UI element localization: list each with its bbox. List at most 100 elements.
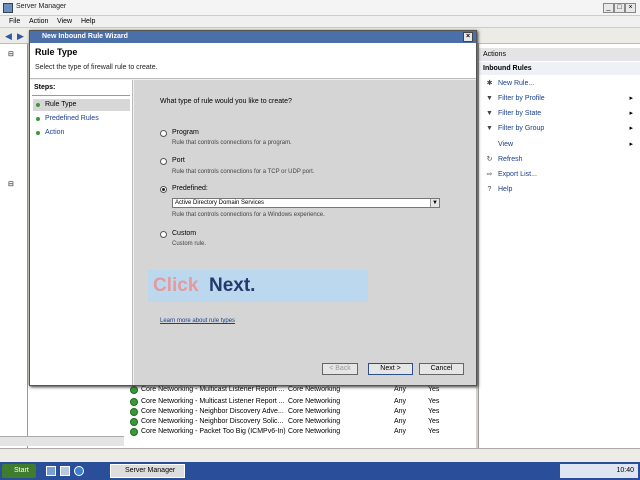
rule-profile: Any [394, 386, 407, 393]
wizard-title-bar: New Inbound Rule Wizard × [30, 31, 476, 43]
new-rule-icon: ✱ [486, 80, 493, 87]
minimize-button[interactable]: _ [603, 3, 614, 13]
table-row[interactable]: Core Networking - Multicast Listener Rep… [130, 397, 475, 407]
rule-name: Core Networking - Packet Too Big (ICMPv6… [141, 428, 286, 435]
rule-group: Core Networking [288, 418, 341, 425]
predefined-rule-select[interactable]: Active Directory Domain Services ▼ [172, 198, 440, 208]
menu-help[interactable]: Help [81, 18, 95, 25]
tree-expander-icon[interactable]: ⊟ [8, 180, 14, 188]
action-filter-by-profile[interactable]: ▼ Filter by Profile ▸ [485, 91, 635, 106]
radio-port[interactable] [160, 158, 167, 165]
enabled-check-icon [130, 398, 138, 406]
back-arrow-icon[interactable]: ◀ [5, 31, 12, 42]
banner-next-text: Next. [209, 275, 256, 296]
table-row[interactable]: Core Networking - Packet Too Big (ICMPv6… [130, 427, 475, 437]
step-predefined-rules[interactable]: Predefined Rules [33, 113, 130, 125]
quick-launch-icon[interactable] [46, 466, 56, 476]
quick-launch-icon[interactable] [60, 466, 70, 476]
option-custom-desc: Custom rule. [172, 241, 207, 247]
banner-click-text: Click [153, 275, 199, 296]
step-rule-type[interactable]: Rule Type [33, 99, 130, 111]
maximize-button[interactable]: □ [614, 3, 625, 13]
option-port-desc: Rule that controls connections for a TCP… [172, 169, 315, 175]
actions-pane: Actions Inbound Rules ✱ New Rule... ▼ Filt… [478, 44, 640, 448]
radio-predefined[interactable] [160, 186, 167, 193]
system-tray-clock: 10:40 [560, 464, 638, 478]
option-program-desc: Rule that controls connections for a pro… [172, 140, 292, 146]
taskbar: Start Server Manager 10:40 [0, 462, 640, 480]
submenu-arrow-icon: ▸ [629, 110, 633, 117]
menu-action[interactable]: Action [29, 18, 48, 25]
rule-profile: Any [394, 408, 407, 415]
menu-bar: File Action View Help [0, 16, 640, 28]
rule-profile: Any [394, 398, 407, 405]
option-custom-label[interactable]: Custom [172, 230, 196, 237]
close-window-button[interactable]: × [625, 3, 636, 13]
action-new-rule[interactable]: ✱ New Rule... [485, 76, 635, 91]
learn-more-link[interactable]: Learn more about rule types [160, 318, 235, 324]
browser-icon[interactable] [74, 466, 84, 476]
menu-file[interactable]: File [9, 18, 20, 25]
tree-expander-icon[interactable]: ⊟ [8, 50, 14, 58]
rule-enabled: Yes [428, 398, 440, 405]
rule-profile: Any [394, 428, 407, 435]
enabled-check-icon [130, 418, 138, 426]
steps-label: Steps: [34, 84, 56, 91]
forward-arrow-icon[interactable]: ▶ [17, 31, 24, 42]
rule-enabled: Yes [428, 428, 440, 435]
export-icon: ⇨ [486, 171, 493, 178]
filter-icon: ▼ [486, 110, 493, 117]
menu-view[interactable]: View [57, 18, 72, 25]
rule-enabled: Yes [428, 408, 440, 415]
horizontal-scrollbar[interactable] [0, 436, 124, 446]
start-button[interactable]: Start [2, 464, 36, 478]
step-bullet-icon [36, 103, 40, 107]
actions-section-inbound-rules[interactable]: Inbound Rules [479, 62, 640, 75]
divider [32, 95, 130, 96]
rule-profile: Any [394, 418, 407, 425]
rule-enabled: Yes [428, 386, 440, 393]
rule-name: Core Networking - Multicast Listener Rep… [141, 398, 285, 405]
filter-icon: ▼ [486, 125, 493, 132]
option-predefined-desc: Rule that controls connections for a Win… [172, 212, 325, 218]
action-export-list[interactable]: ⇨ Export List... [485, 167, 635, 182]
step-action[interactable]: Action [33, 127, 130, 139]
server-manager-app-icon [3, 3, 13, 13]
table-row[interactable]: Core Networking - Neighbor Discovery Adv… [130, 407, 475, 417]
wizard-subheading: Select the type of firewall rule to crea… [35, 64, 158, 71]
radio-program[interactable] [160, 130, 167, 137]
enabled-check-icon [130, 408, 138, 416]
wizard-steps: Steps: Rule Type Predefined Rules Action [30, 80, 133, 385]
submenu-arrow-icon: ▸ [629, 125, 633, 132]
rule-enabled: Yes [428, 418, 440, 425]
taskbar-server-manager[interactable]: Server Manager [110, 464, 185, 478]
table-row[interactable]: Core Networking - Neighbor Discovery Sol… [130, 417, 475, 427]
radio-custom[interactable] [160, 231, 167, 238]
step-bullet-icon [36, 131, 40, 135]
action-filter-by-state[interactable]: ▼ Filter by State ▸ [485, 106, 635, 121]
submenu-arrow-icon: ▸ [629, 95, 633, 102]
option-program-label[interactable]: Program [172, 129, 199, 136]
wizard-title: New Inbound Rule Wizard [42, 33, 128, 40]
rule-name: Core Networking - Neighbor Discovery Sol… [141, 418, 284, 425]
back-button[interactable]: < Back [322, 363, 358, 375]
enabled-check-icon [130, 386, 138, 394]
wizard-content: What type of rule would you like to crea… [134, 80, 476, 385]
action-refresh[interactable]: ↻ Refresh [485, 152, 635, 167]
action-view[interactable]: View ▸ [485, 137, 635, 152]
cancel-button[interactable]: Cancel [419, 363, 464, 375]
wizard-header: Rule Type Select the type of firewall ru… [30, 43, 476, 79]
refresh-icon: ↻ [486, 156, 493, 163]
option-port-label[interactable]: Port [172, 157, 185, 164]
option-predefined-label[interactable]: Predefined: [172, 185, 208, 192]
submenu-arrow-icon: ▸ [629, 141, 633, 148]
filter-icon: ▼ [486, 95, 493, 102]
table-row[interactable]: Core Networking - Multicast Listener Rep… [130, 385, 475, 395]
next-button[interactable]: Next > [368, 363, 413, 375]
chevron-down-icon[interactable]: ▼ [430, 199, 439, 207]
action-help[interactable]: ? Help [485, 182, 635, 197]
wizard-close-button[interactable]: × [463, 32, 473, 42]
navigation-tree[interactable]: ⊟ ⊟ [0, 44, 28, 448]
enabled-check-icon [130, 428, 138, 436]
action-filter-by-group[interactable]: ▼ Filter by Group ▸ [485, 121, 635, 136]
